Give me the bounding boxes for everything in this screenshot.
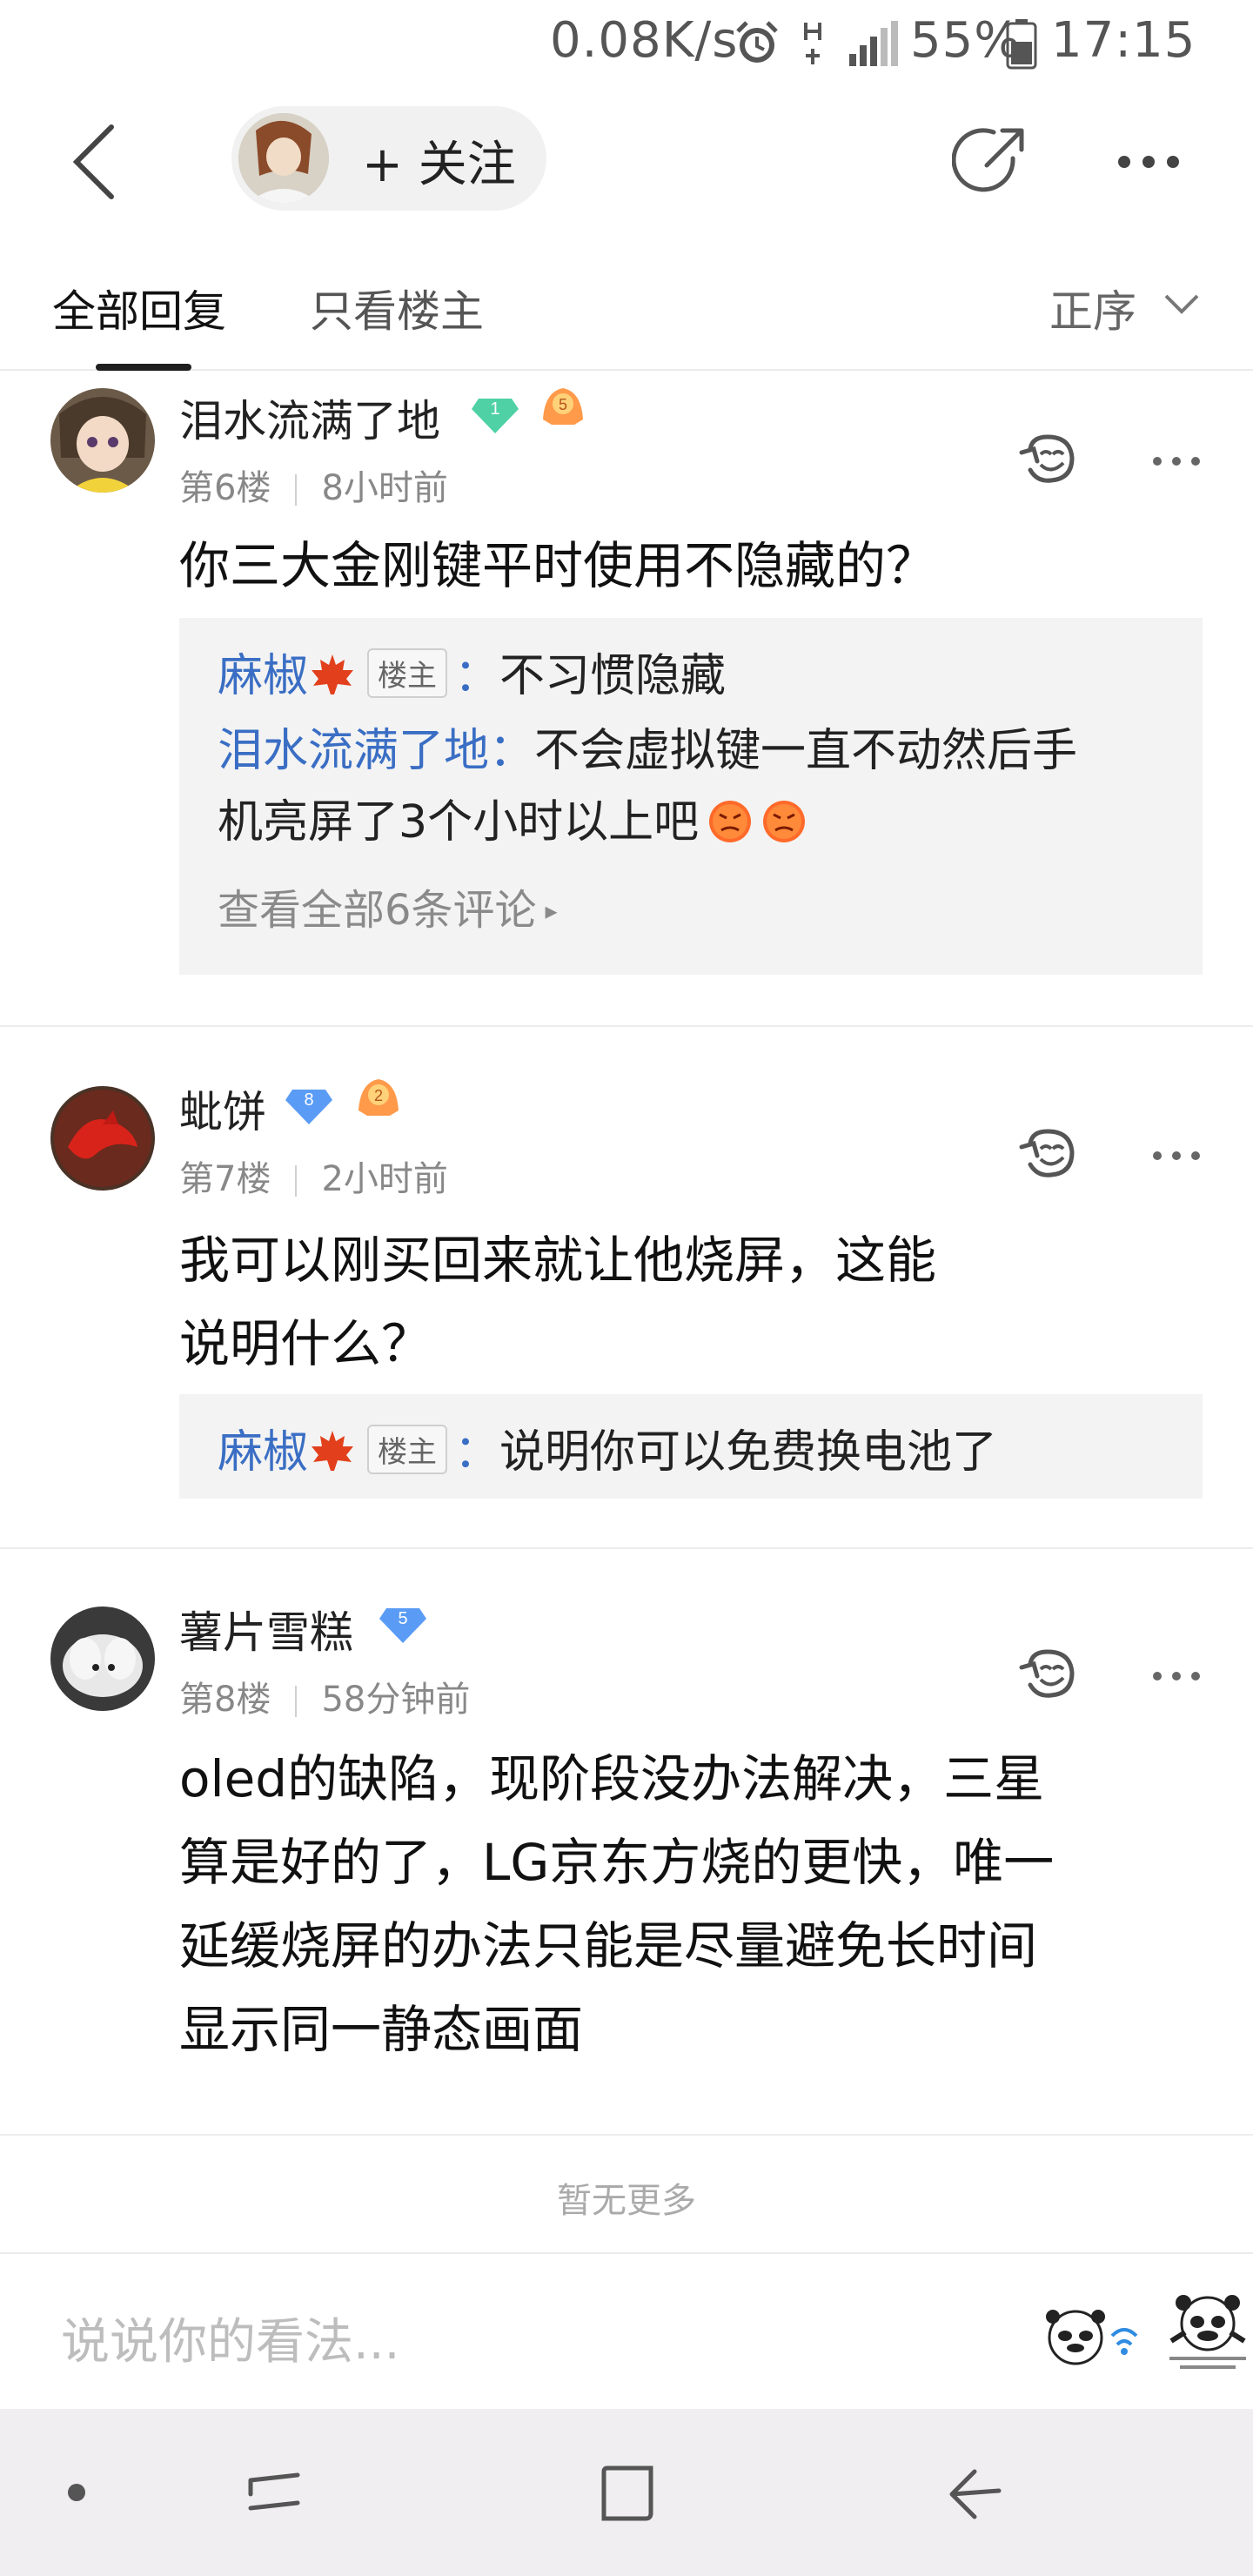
sub-reply: 麻椒 楼主 ：不习惯隐藏 xyxy=(218,648,727,702)
svg-text:2: 2 xyxy=(374,1087,383,1104)
post-meta: 第7楼 2小时前 xyxy=(179,1150,448,1201)
sub-reply: 麻椒 楼主 ：说明你可以免费换电池了 xyxy=(218,1425,998,1479)
post-floor-7: 蚍饼 8 2 第7楼 2小时前 我可以刚买回来就让他烧屏，这能 说明什么？ 麻椒 楼… xyxy=(0,1043,1253,1549)
sub-reply-author[interactable]: 麻椒 xyxy=(218,650,308,702)
avatar[interactable] xyxy=(50,388,155,493)
more-dots-icon[interactable] xyxy=(1150,451,1203,472)
username[interactable]: 蚍饼 xyxy=(179,1077,266,1140)
alarm-icon xyxy=(736,21,778,63)
battery-icon xyxy=(1006,19,1037,70)
username[interactable]: 薯片雪糕 xyxy=(179,1598,353,1660)
level-badge-icon: 8 xyxy=(285,1090,332,1124)
post-content: 我可以刚买回来就让他烧屏，这能 说明什么？ xyxy=(179,1231,937,1373)
floor-number: 第8楼 xyxy=(179,1680,271,1720)
post-time: 8小时前 xyxy=(321,468,448,508)
maple-leaf-icon xyxy=(312,654,354,694)
fan-badge-icon: 5 xyxy=(543,388,583,425)
follow-button[interactable]: + 关注 xyxy=(231,106,546,211)
owner-tag: 楼主 xyxy=(367,1425,448,1474)
tab-all-replies[interactable]: 全部回复 xyxy=(52,277,226,339)
status-bar: 0.08K/s 55% 17:15 xyxy=(0,0,1253,84)
post-time: 58分钟前 xyxy=(321,1680,471,1720)
follow-label: + 关注 xyxy=(362,137,516,193)
svg-text:8: 8 xyxy=(304,1090,313,1110)
sub-reply: 泪水流满了地：不会虚拟键一直不动然后手 xyxy=(218,725,1078,777)
sub-replies-box[interactable]: 麻椒 楼主 ：说明你可以免费换电池了 xyxy=(179,1394,1203,1499)
signal-icon xyxy=(849,21,898,66)
author-avatar[interactable] xyxy=(238,113,329,204)
h-plus-icon xyxy=(804,23,821,64)
floor-number: 第6楼 xyxy=(179,468,271,508)
clock: 17:15 xyxy=(1051,12,1196,69)
angry-face-emoji-icon xyxy=(709,801,752,842)
system-nav-bar xyxy=(0,2409,1253,2576)
svg-text:1: 1 xyxy=(490,399,499,419)
comment-input[interactable]: 说说你的看法... xyxy=(61,2303,399,2373)
sub-reply-continued: 机亮屏了3个小时以上吧 xyxy=(218,785,807,850)
fan-badge-icon: 2 xyxy=(358,1079,399,1116)
post-floor-6: 泪水流满了地 1 5 第6楼 8小时前 你三大金刚键平时使用不隐藏的？ 麻椒 楼主：… xyxy=(0,372,1253,1027)
divider xyxy=(0,1025,1253,1027)
angry-face-emoji-icon xyxy=(763,801,806,842)
owner-tag: 楼主 xyxy=(367,648,448,698)
active-tab-indicator xyxy=(96,364,191,371)
network-speed: 0.08K/s xyxy=(550,12,739,69)
more-dots-icon[interactable] xyxy=(1114,136,1183,188)
view-all-comments-link[interactable]: 查看全部6条评论 ▸ xyxy=(218,875,558,936)
recent-apps-icon[interactable] xyxy=(244,2465,305,2520)
username[interactable]: 泪水流满了地 xyxy=(179,386,440,449)
level-badge-icon: 1 xyxy=(472,399,519,433)
avatar[interactable] xyxy=(50,1086,155,1191)
post-floor-8: 薯片雪糕 5 第8楼 58分钟前 oled的缺陷，现阶段没办法解决，三星 算是好的… xyxy=(0,1563,1253,2137)
tab-owner-only[interactable]: 只看楼主 xyxy=(310,277,484,339)
post-time: 2小时前 xyxy=(321,1159,448,1199)
no-more-label: 暂无更多 xyxy=(557,2181,696,2221)
sub-reply-author[interactable]: 泪水流满了地 xyxy=(218,725,489,777)
divider xyxy=(0,2134,1253,2136)
sub-reply-text: 不会虚拟键一直不动然后手 xyxy=(534,725,1078,777)
svg-text:5: 5 xyxy=(559,396,567,413)
home-square-icon[interactable] xyxy=(597,2463,658,2524)
comment-bar: 说说你的看法... xyxy=(0,2252,1253,2409)
panda-meme-sticker-icon[interactable] xyxy=(1163,2289,1253,2385)
post-meta: 第8楼 58分钟前 xyxy=(179,1671,470,1721)
svg-text:5: 5 xyxy=(398,1609,407,1628)
back-nav-icon[interactable] xyxy=(945,2463,1006,2524)
reply-tabs: 全部回复 只看楼主 正序 xyxy=(0,240,1253,371)
recent-dot-icon[interactable] xyxy=(66,2482,87,2503)
share-icon[interactable] xyxy=(952,122,1030,200)
battery-percent: 55% xyxy=(910,12,1022,69)
more-dots-icon[interactable] xyxy=(1150,1145,1203,1166)
chevron-right-icon: ▸ xyxy=(545,896,558,925)
post-content: 你三大金刚键平时使用不隐藏的？ xyxy=(179,536,937,595)
top-nav: + 关注 xyxy=(0,84,1253,240)
reply-icon[interactable] xyxy=(1018,1123,1082,1187)
divider xyxy=(0,1547,1253,1549)
avatar[interactable] xyxy=(50,1607,155,1711)
sub-reply-author[interactable]: 麻椒 xyxy=(218,1426,308,1479)
reply-icon[interactable] xyxy=(1018,1643,1082,1707)
level-badge-icon: 5 xyxy=(379,1608,426,1643)
sub-reply-text: 不习惯隐藏 xyxy=(499,650,727,702)
maple-leaf-icon xyxy=(312,1431,354,1471)
sort-order-label[interactable]: 正序 xyxy=(1049,277,1136,339)
post-meta: 第6楼 8小时前 xyxy=(179,460,448,510)
more-dots-icon[interactable] xyxy=(1150,1666,1203,1687)
reply-icon[interactable] xyxy=(1018,428,1082,493)
sub-replies-box[interactable]: 麻椒 楼主 ：不习惯隐藏 泪水流满了地：不会虚拟键一直不动然后手 机亮屏了3个小时以… xyxy=(179,618,1203,975)
post-content: oled的缺陷，现阶段没办法解决，三星 算是好的了，LG京东方烧的更快，唯一 延… xyxy=(179,1749,1055,2059)
sub-reply-text: 说明你可以免费换电池了 xyxy=(499,1426,998,1479)
floor-number: 第7楼 xyxy=(179,1159,271,1199)
chevron-down-icon[interactable] xyxy=(1163,287,1201,322)
back-arrow-icon[interactable] xyxy=(61,118,131,205)
panda-wifi-sticker-icon[interactable] xyxy=(1041,2301,1145,2371)
